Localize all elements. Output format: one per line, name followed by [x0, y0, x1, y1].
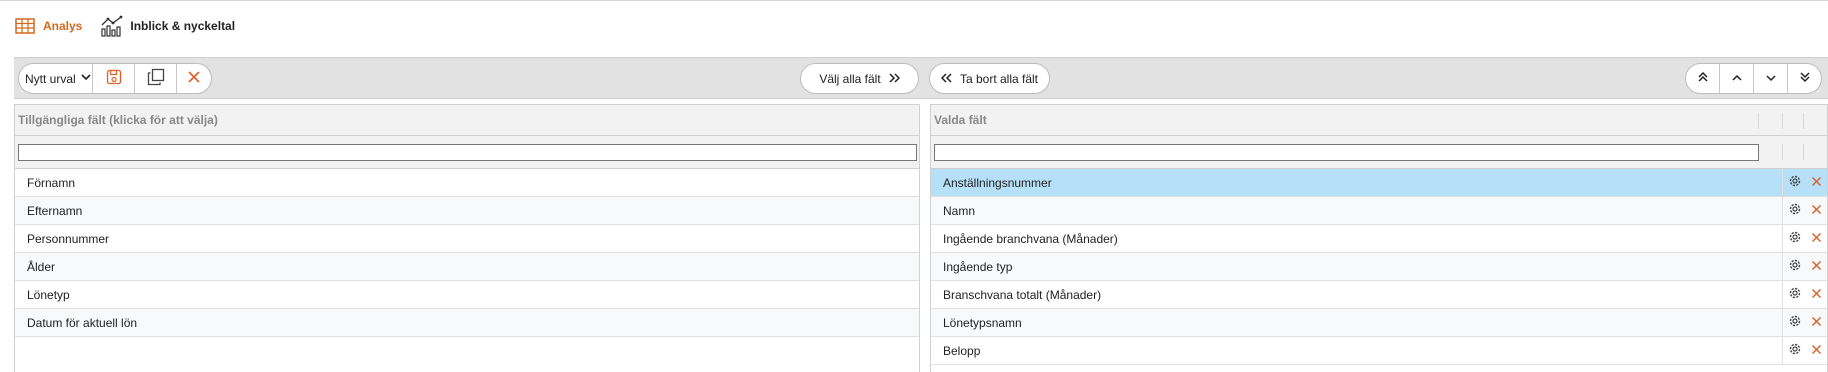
- double-chevron-up-icon: [1697, 71, 1709, 86]
- header-column-divider: [1782, 113, 1783, 129]
- selected-field-item[interactable]: Branschvana totalt (Månader): [931, 281, 1827, 309]
- double-chevron-down-icon: [1799, 71, 1811, 86]
- available-fields-title: Tillgängliga fält (klicka för att välja): [18, 113, 218, 127]
- view-tabs: Analys Inblick & nyckeltal: [13, 14, 253, 38]
- available-fields-header: Tillgängliga fält (klicka för att välja): [15, 104, 919, 136]
- available-field-item[interactable]: Efternamn: [15, 197, 919, 225]
- selection-dropdown[interactable]: Nytt urval: [19, 64, 93, 93]
- available-field-item[interactable]: Datum för aktuell lön: [15, 309, 919, 337]
- selected-field-item[interactable]: Belopp: [931, 337, 1827, 365]
- selected-field-label: Lönetypsnamn: [943, 315, 1022, 330]
- selection-dropdown-value: Nytt urval: [25, 71, 76, 86]
- available-field-label: Datum för aktuell lön: [27, 315, 138, 330]
- filter-column-divider: [1803, 144, 1804, 160]
- toolbar: Nytt urval Välj alla fält Ta bort alla f…: [14, 57, 1828, 99]
- row-actions: [1782, 309, 1827, 336]
- gear-icon[interactable]: [1788, 286, 1802, 303]
- move-down-button[interactable]: [1754, 64, 1788, 93]
- selected-field-label: Ingående branchvana (Månader): [943, 231, 1118, 246]
- header-column-divider: [1803, 113, 1804, 129]
- copy-icon: [147, 68, 165, 89]
- row-actions: [1782, 197, 1827, 224]
- gear-icon[interactable]: [1788, 342, 1802, 359]
- selected-fields-title: Valda fält: [934, 113, 987, 127]
- close-icon[interactable]: [1811, 232, 1822, 246]
- select-all-fields-label: Välj alla fält: [819, 71, 881, 86]
- chevron-up-icon: [1731, 72, 1743, 86]
- available-field-label: Lönetyp: [27, 287, 70, 302]
- table-icon: [13, 15, 37, 37]
- available-field-label: Förnamn: [27, 175, 76, 190]
- row-actions: [1782, 281, 1827, 308]
- chevron-down-icon: [1765, 72, 1777, 86]
- available-field-item[interactable]: Lönetyp: [15, 281, 919, 309]
- available-field-label: Ålder: [27, 259, 56, 274]
- row-actions: [1782, 169, 1827, 196]
- selected-field-item[interactable]: Lönetypsnamn: [931, 309, 1827, 337]
- selected-fields-filter-row: [931, 136, 1827, 169]
- tab-inblick[interactable]: Inblick & nyckeltal: [100, 15, 235, 37]
- row-actions: [1782, 225, 1827, 252]
- selected-field-item[interactable]: Ingående branchvana (Månader): [931, 225, 1827, 253]
- selected-field-label: Namn: [943, 203, 976, 218]
- tab-analys-label: Analys: [43, 19, 83, 33]
- gear-icon[interactable]: [1788, 202, 1802, 219]
- select-all-fields-button[interactable]: Välj alla fält: [800, 63, 919, 94]
- available-field-item[interactable]: Förnamn: [15, 169, 919, 197]
- close-icon[interactable]: [1811, 316, 1822, 330]
- selected-field-label: Anställningsnummer: [943, 175, 1052, 190]
- available-fields-filter-row: [15, 136, 919, 169]
- available-field-label: Efternamn: [27, 203, 83, 218]
- close-icon[interactable]: [1811, 176, 1822, 190]
- tab-inblick-label: Inblick & nyckeltal: [130, 19, 236, 33]
- gear-icon[interactable]: [1788, 174, 1802, 191]
- header-column-divider: [1758, 113, 1759, 129]
- remove-all-fields-label: Ta bort alla fält: [959, 71, 1039, 86]
- available-field-label: Personnummer: [27, 231, 110, 246]
- available-field-item[interactable]: Personnummer: [15, 225, 919, 253]
- copy-button[interactable]: [135, 64, 177, 93]
- selection-button-group: Nytt urval: [18, 63, 212, 94]
- move-bottom-button[interactable]: [1788, 64, 1821, 93]
- double-chevron-right-icon: [889, 72, 900, 86]
- available-fields-filter-input[interactable]: [18, 143, 917, 161]
- selected-field-label: Belopp: [943, 343, 981, 358]
- gear-icon[interactable]: [1788, 314, 1802, 331]
- gear-icon[interactable]: [1788, 230, 1802, 247]
- save-button[interactable]: [93, 64, 135, 93]
- close-icon[interactable]: [1811, 260, 1822, 274]
- available-fields-panel: Tillgängliga fält (klicka för att välja)…: [14, 104, 920, 372]
- chart-icon: [100, 15, 124, 37]
- row-actions: [1782, 337, 1827, 364]
- filter-column-divider: [1782, 144, 1783, 160]
- selected-fields-panel: Valda fält Anställningsnummer Namn Ingåe…: [930, 104, 1828, 372]
- close-icon: [187, 70, 201, 87]
- sort-button-group: [1685, 63, 1822, 94]
- selected-field-item[interactable]: Anställningsnummer: [931, 169, 1827, 197]
- gear-icon[interactable]: [1788, 258, 1802, 275]
- selected-fields-header: Valda fält: [931, 104, 1827, 136]
- close-icon[interactable]: [1811, 288, 1822, 302]
- selected-field-label: Ingående typ: [943, 259, 1013, 274]
- selected-field-label: Branschvana totalt (Månader): [943, 287, 1102, 302]
- available-field-item[interactable]: Ålder: [15, 253, 919, 281]
- move-up-button[interactable]: [1720, 64, 1754, 93]
- save-icon: [106, 69, 122, 88]
- top-border: [0, 0, 1828, 1]
- tab-analys[interactable]: Analys: [13, 15, 82, 37]
- close-icon[interactable]: [1811, 344, 1822, 358]
- selected-field-item[interactable]: Ingående typ: [931, 253, 1827, 281]
- double-chevron-left-icon: [940, 72, 952, 86]
- delete-selection-button[interactable]: [177, 64, 211, 93]
- chevron-down-icon: [81, 73, 91, 84]
- row-actions: [1782, 253, 1827, 280]
- remove-all-fields-button[interactable]: Ta bort alla fält: [929, 63, 1050, 94]
- move-top-button[interactable]: [1686, 64, 1720, 93]
- selected-fields-filter-input[interactable]: [934, 143, 1759, 161]
- selected-field-item[interactable]: Namn: [931, 197, 1827, 225]
- close-icon[interactable]: [1811, 204, 1822, 218]
